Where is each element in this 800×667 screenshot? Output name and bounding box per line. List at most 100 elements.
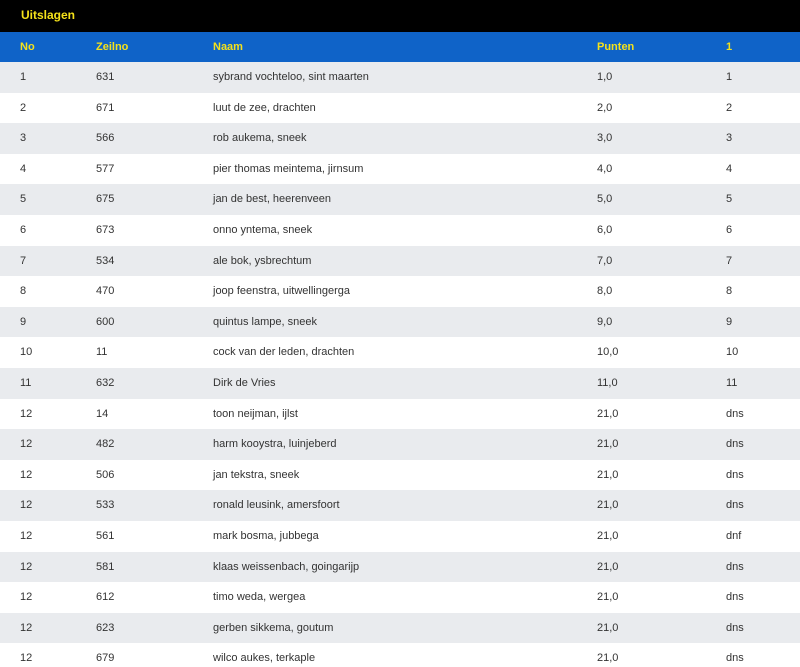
column-header-no: No: [20, 41, 35, 53]
cell-race-1: dns: [726, 591, 744, 604]
cell-zeilno: 671: [96, 101, 115, 114]
cell-punten: 8,0: [597, 285, 613, 298]
cell-no: 11: [20, 376, 32, 389]
cell-race-1: 3: [726, 132, 733, 145]
cell-punten: 1,0: [597, 71, 613, 83]
cell-zeilno: 679: [96, 652, 115, 665]
cell-punten: 21,0: [597, 560, 619, 573]
column-header-zeilno: Zeilno: [96, 41, 129, 53]
cell-punten: 2,0: [597, 101, 613, 114]
cell-punten: 10,0: [597, 346, 619, 359]
cell-race-1: dns: [726, 407, 744, 420]
cell-punten: 7,0: [597, 254, 613, 267]
table-row: 11 632 Dirk de Vries 11,0 11: [0, 367, 800, 399]
cell-no: 12: [20, 468, 33, 481]
table-row: 12 482 harm kooystra, luinjeberd 21,0 dns: [0, 429, 800, 460]
cell-punten: 3,0: [597, 132, 613, 145]
cell-no: 8: [20, 285, 27, 298]
table-row: 12 612 timo weda, wergea 21,0 dns: [0, 582, 800, 613]
table-row: 8 470 joop feenstra, uitwellingerga 8,0 8: [0, 276, 800, 307]
cell-punten: 21,0: [597, 468, 619, 481]
table-row: 7 534 ale bok, ysbrechtum 7,0 7: [0, 245, 800, 277]
column-header-punten: Punten: [597, 41, 635, 53]
cell-no: 1: [20, 71, 27, 83]
cell-zeilno: 482: [96, 438, 115, 451]
table-row: 12 679 wilco aukes, terkaple 21,0 dns: [0, 643, 800, 667]
cell-punten: 5,0: [597, 193, 613, 206]
cell-no: 12: [20, 438, 33, 451]
cell-punten: 9,0: [597, 315, 613, 328]
table-row: 4 577 pier thomas meintema, jirnsum 4,0 4: [0, 153, 800, 185]
cell-race-1: 4: [726, 162, 733, 175]
cell-race-1: 5: [726, 193, 733, 206]
cell-no: 12: [20, 591, 33, 604]
cell-no: 3: [20, 132, 27, 145]
cell-naam: cock van der leden, drachten: [213, 346, 355, 359]
cell-naam: klaas weissenbach, goingarijp: [213, 560, 360, 573]
cell-zeilno: 600: [96, 315, 115, 328]
cell-zeilno: 534: [96, 254, 115, 267]
cell-naam: jan de best, heerenveen: [213, 193, 332, 206]
cell-zeilno: 673: [96, 223, 115, 236]
table-row: 10 11 cock van der leden, drachten 10,0 10: [0, 337, 800, 368]
cell-naam: sybrand vochteloo, sint maarten: [213, 71, 369, 83]
cell-punten: 21,0: [597, 407, 619, 420]
table-row: 1 631 sybrand vochteloo, sint maarten 1,0 1: [0, 62, 800, 93]
cell-naam: toon neijman, ijlst: [213, 407, 298, 420]
cell-race-1: dns: [726, 468, 744, 481]
cell-naam: rob aukema, sneek: [213, 132, 307, 145]
cell-zeilno: 566: [96, 132, 115, 145]
cell-punten: 11,0: [597, 376, 618, 389]
cell-naam: Dirk de Vries: [213, 376, 276, 389]
cell-naam: ale bok, ysbrechtum: [213, 254, 312, 267]
table-row: 9 600 quintus lampe, sneek 9,0 9: [0, 306, 800, 338]
table-header: No Zeilno Naam Punten 1: [0, 32, 800, 62]
cell-race-1: 8: [726, 285, 733, 298]
cell-race-1: dns: [726, 438, 744, 451]
cell-punten: 21,0: [597, 652, 619, 665]
cell-race-1: 9: [726, 315, 733, 328]
cell-race-1: 7: [726, 254, 733, 267]
cell-no: 6: [20, 223, 27, 236]
cell-zeilno: 470: [96, 285, 115, 298]
cell-race-1: 6: [726, 223, 733, 236]
cell-race-1: 10: [726, 346, 739, 359]
table-row: 5 675 jan de best, heerenveen 5,0 5: [0, 184, 800, 215]
cell-no: 9: [20, 315, 27, 328]
table-row: 3 566 rob aukema, sneek 3,0 3: [0, 123, 800, 154]
cell-race-1: dns: [726, 499, 744, 512]
cell-no: 12: [20, 621, 33, 634]
cell-punten: 21,0: [597, 438, 619, 451]
cell-naam: onno yntema, sneek: [213, 223, 313, 236]
cell-no: 10: [20, 346, 33, 359]
cell-naam: gerben sikkema, goutum: [213, 621, 334, 634]
title-bar: Uitslagen: [0, 0, 800, 32]
column-header-naam: Naam: [213, 41, 243, 53]
cell-punten: 21,0: [597, 591, 619, 604]
cell-zeilno: 631: [96, 71, 115, 83]
results-table-body: 1 631 sybrand vochteloo, sint maarten 1,0 1 2…: [0, 62, 800, 667]
cell-race-1: dns: [726, 652, 744, 665]
cell-zeilno: 581: [96, 560, 115, 573]
cell-zeilno: 506: [96, 468, 115, 481]
cell-naam: jan tekstra, sneek: [213, 468, 300, 481]
table-row: 6 673 onno yntema, sneek 6,0 6: [0, 214, 800, 246]
cell-zeilno: 612: [96, 591, 115, 604]
cell-naam: pier thomas meintema, jirnsum: [213, 162, 364, 175]
table-row: 12 561 mark bosma, jubbega 21,0 dnf: [0, 520, 800, 552]
cell-race-1: dns: [726, 621, 744, 634]
cell-no: 4: [20, 162, 27, 175]
cell-no: 5: [20, 193, 27, 206]
cell-race-1: dnf: [726, 529, 742, 542]
table-row: 12 506 jan tekstra, sneek 21,0 dns: [0, 459, 800, 491]
page-title: Uitslagen: [21, 8, 76, 22]
table-row: 12 581 klaas weissenbach, goingarijp 21,0 dn…: [0, 551, 800, 583]
cell-naam: luut de zee, drachten: [213, 101, 316, 114]
cell-zeilno: 577: [96, 162, 115, 175]
cell-zeilno: 675: [96, 193, 115, 206]
cell-no: 2: [20, 101, 27, 114]
cell-no: 12: [20, 652, 33, 665]
cell-race-1: 1: [726, 71, 733, 83]
cell-race-1: 2: [726, 101, 733, 114]
cell-naam: ronald leusink, amersfoort: [213, 499, 340, 512]
